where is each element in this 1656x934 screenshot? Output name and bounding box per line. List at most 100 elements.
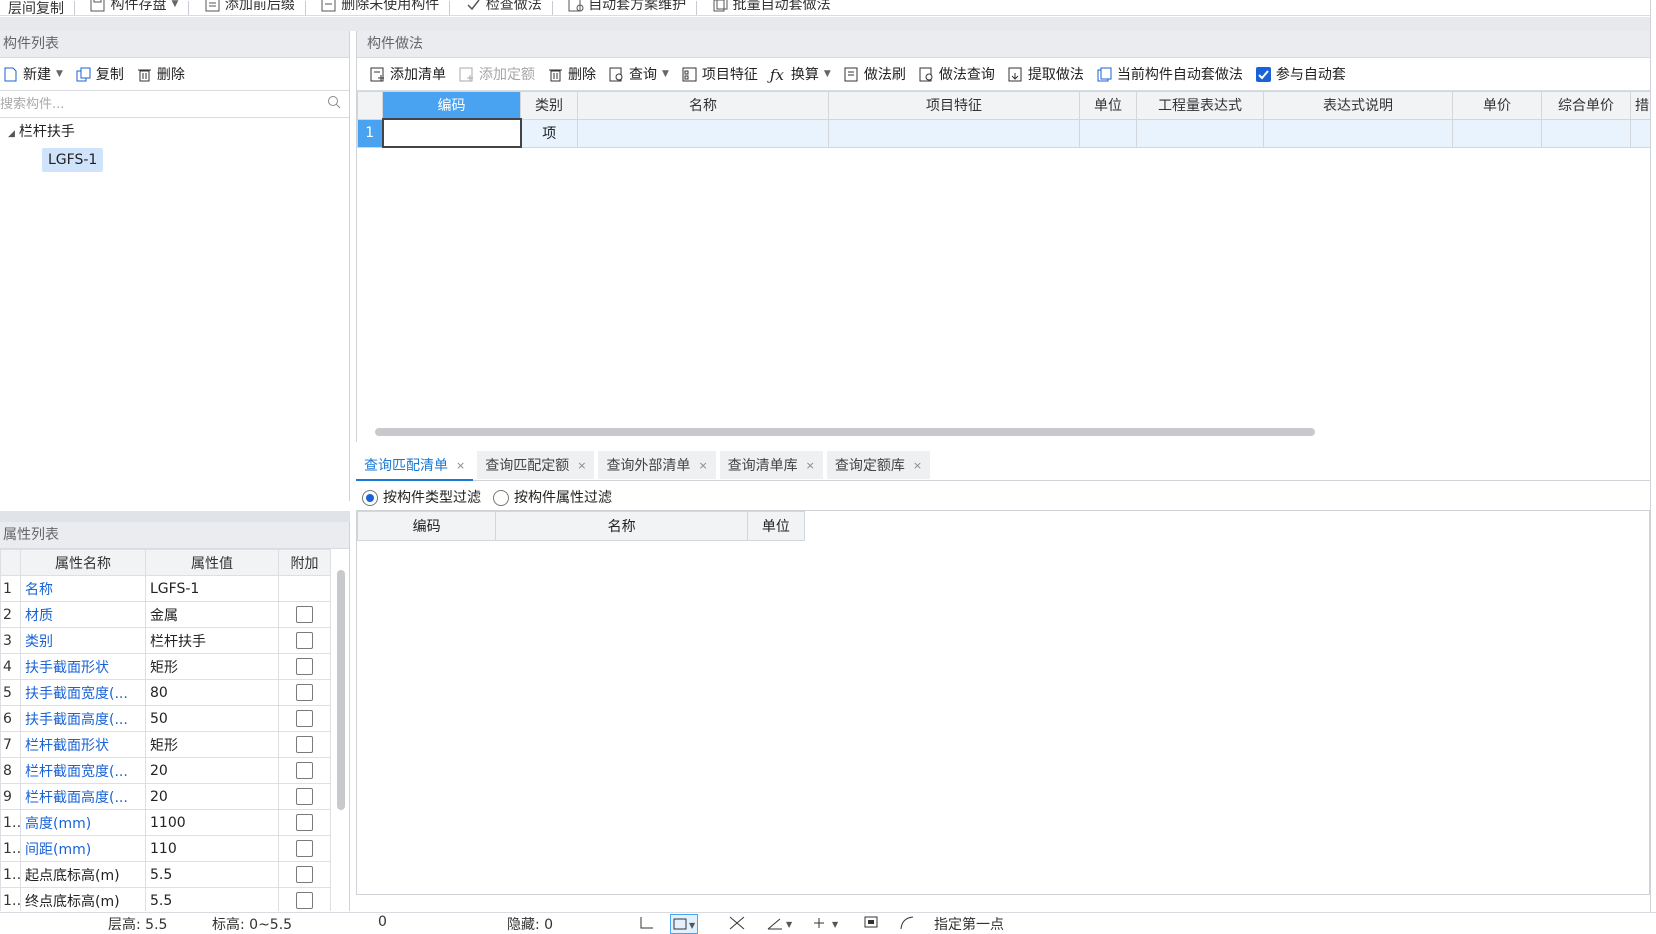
unit-cell[interactable] xyxy=(1079,118,1137,148)
layer-copy-button[interactable]: 层间复制 xyxy=(0,0,72,16)
table-row[interactable]: 4 扶手截面形状 矩形 xyxy=(0,653,331,680)
close-icon[interactable]: × xyxy=(456,459,465,472)
expand-triangle-icon[interactable]: ◢ xyxy=(8,120,15,148)
close-icon[interactable]: × xyxy=(698,459,707,472)
table-row[interactable]: 3 类别 栏杆扶手 xyxy=(0,627,331,654)
qcol-name[interactable]: 名称 xyxy=(495,511,748,541)
angle-icon[interactable]: ▼ xyxy=(766,914,796,932)
table-row[interactable]: 1 名称 LGFS-1 xyxy=(0,575,331,602)
property-value[interactable]: 1100 xyxy=(145,809,279,836)
tab-quota-library[interactable]: 查询定额库 × xyxy=(826,451,931,479)
check-method-button[interactable]: 检查做法 xyxy=(457,0,550,15)
table-row[interactable]: 9 栏杆截面高度(... 20 xyxy=(0,783,331,810)
offset-icon[interactable]: ▼ xyxy=(812,914,842,932)
col-measure[interactable]: 措 xyxy=(1630,91,1652,120)
property-value[interactable]: 50 xyxy=(145,705,279,732)
tree-node-lgfs1[interactable]: LGFS-1 xyxy=(0,146,349,174)
save-component-button[interactable]: 构件存盘 ▼ xyxy=(81,0,186,15)
add-quota-button[interactable]: 添加定额 xyxy=(452,60,541,88)
name-cell[interactable] xyxy=(577,118,829,148)
item-feature-button[interactable]: 项目特征 xyxy=(675,60,764,88)
table-row[interactable]: 12 起点底标高(m) 5.5 xyxy=(0,861,331,888)
col-unit-price[interactable]: 单价 xyxy=(1452,91,1542,120)
desc-cell[interactable] xyxy=(1263,118,1453,148)
filter-by-attr-radio[interactable]: 按构件属性过滤 xyxy=(487,487,612,507)
extra-checkbox[interactable] xyxy=(296,840,313,857)
col-total-price[interactable]: 综合单价 xyxy=(1541,91,1631,120)
tree-node-railing[interactable]: ◢ 栏杆扶手 xyxy=(0,118,349,146)
col-name[interactable]: 名称 xyxy=(577,91,829,120)
close-icon[interactable]: × xyxy=(913,459,922,472)
convert-button[interactable]: ƒx 换算 ▼ xyxy=(764,60,837,88)
add-list-button[interactable]: 添加清单 xyxy=(363,60,452,88)
extra-checkbox[interactable] xyxy=(296,710,313,727)
feature-cell[interactable] xyxy=(828,118,1080,148)
query-button[interactable]: 查询 ▼ xyxy=(602,60,675,88)
expr-cell[interactable] xyxy=(1136,118,1264,148)
table-row[interactable]: 5 扶手截面宽度(... 80 xyxy=(0,679,331,706)
batch-auto-button[interactable]: 批量自动套做法 xyxy=(704,0,839,15)
property-value[interactable]: 5.5 xyxy=(145,861,279,888)
property-value[interactable]: 20 xyxy=(145,757,279,784)
new-component-button[interactable]: 新建 ▼ xyxy=(0,60,69,88)
delete-method-button[interactable]: 删除 xyxy=(541,60,602,88)
close-icon[interactable]: × xyxy=(577,459,586,472)
property-value[interactable]: 80 xyxy=(145,679,279,706)
col-feature[interactable]: 项目特征 xyxy=(828,91,1080,120)
extra-checkbox[interactable] xyxy=(296,632,313,649)
cross-icon[interactable] xyxy=(728,914,746,932)
extract-method-button[interactable]: 提取做法 xyxy=(1001,60,1090,88)
property-value[interactable]: 110 xyxy=(145,835,279,862)
property-value[interactable]: 20 xyxy=(145,783,279,810)
table-row[interactable]: 13 终点底标高(m) 5.5 xyxy=(0,887,331,911)
tab-match-list[interactable]: 查询匹配清单 × xyxy=(356,451,474,481)
col-code[interactable]: 编码 xyxy=(382,91,521,120)
table-row[interactable]: 7 栏杆截面形状 矩形 xyxy=(0,731,331,758)
table-row[interactable]: 1 项 xyxy=(357,118,1652,148)
property-value[interactable]: 金属 xyxy=(145,601,279,628)
tab-external-list[interactable]: 查询外部清单 × xyxy=(598,451,716,479)
auto-current-button[interactable]: 当前构件自动套做法 xyxy=(1090,60,1249,88)
extra-checkbox[interactable] xyxy=(296,892,313,909)
extra-checkbox[interactable] xyxy=(296,684,313,701)
copy-component-button[interactable]: 复制 xyxy=(69,60,130,88)
auto-scheme-button[interactable]: 自动套方案维护 xyxy=(559,0,694,15)
ortho-icon[interactable] xyxy=(638,914,656,932)
qcol-code[interactable]: 编码 xyxy=(356,511,497,541)
col-type[interactable]: 类别 xyxy=(520,91,578,120)
table-row[interactable]: 10 高度(mm) 1100 xyxy=(0,809,331,836)
col-expr-desc[interactable]: 表达式说明 xyxy=(1263,91,1453,120)
property-value[interactable]: 5.5 xyxy=(145,887,279,911)
qcol-unit[interactable]: 单位 xyxy=(746,511,806,541)
extra-checkbox[interactable] xyxy=(296,814,313,831)
extra-checkbox[interactable] xyxy=(296,658,313,675)
code-cell-editor[interactable] xyxy=(381,118,522,148)
extra-checkbox[interactable] xyxy=(296,788,313,805)
method-horizontal-scrollbar[interactable] xyxy=(375,428,1315,436)
table-row[interactable]: 6 扶手截面高度(... 50 xyxy=(0,705,331,732)
type-cell[interactable]: 项 xyxy=(520,118,578,148)
arc-icon[interactable] xyxy=(898,914,916,932)
total-cell[interactable] xyxy=(1541,118,1631,148)
table-row[interactable]: 2 材质 金属 xyxy=(0,601,331,628)
method-query-button[interactable]: 做法查询 xyxy=(912,60,1001,88)
extra-checkbox[interactable] xyxy=(296,762,313,779)
property-value[interactable]: 矩形 xyxy=(145,653,279,680)
search-input[interactable] xyxy=(0,91,322,117)
price-cell[interactable] xyxy=(1452,118,1542,148)
extra-checkbox[interactable] xyxy=(296,866,313,883)
property-value[interactable]: 矩形 xyxy=(145,731,279,758)
table-row[interactable]: 8 栏杆截面宽度(... 20 xyxy=(0,757,331,784)
method-brush-button[interactable]: 做法刷 xyxy=(837,60,912,88)
tab-list-library[interactable]: 查询清单库 × xyxy=(719,451,823,479)
extra-checkbox[interactable] xyxy=(296,736,313,753)
filter-by-type-radio[interactable]: 按构件类型过滤 xyxy=(356,487,481,507)
property-value[interactable]: 栏杆扶手 xyxy=(145,627,279,654)
delete-component-button[interactable]: 删除 xyxy=(130,60,191,88)
search-icon[interactable] xyxy=(327,95,341,113)
property-value[interactable]: LGFS-1 xyxy=(145,575,279,602)
tab-match-quota[interactable]: 查询匹配定额 × xyxy=(477,451,595,479)
property-scrollbar[interactable] xyxy=(337,570,345,810)
panel-splitter[interactable] xyxy=(0,511,350,522)
measure-cell[interactable] xyxy=(1630,118,1652,148)
